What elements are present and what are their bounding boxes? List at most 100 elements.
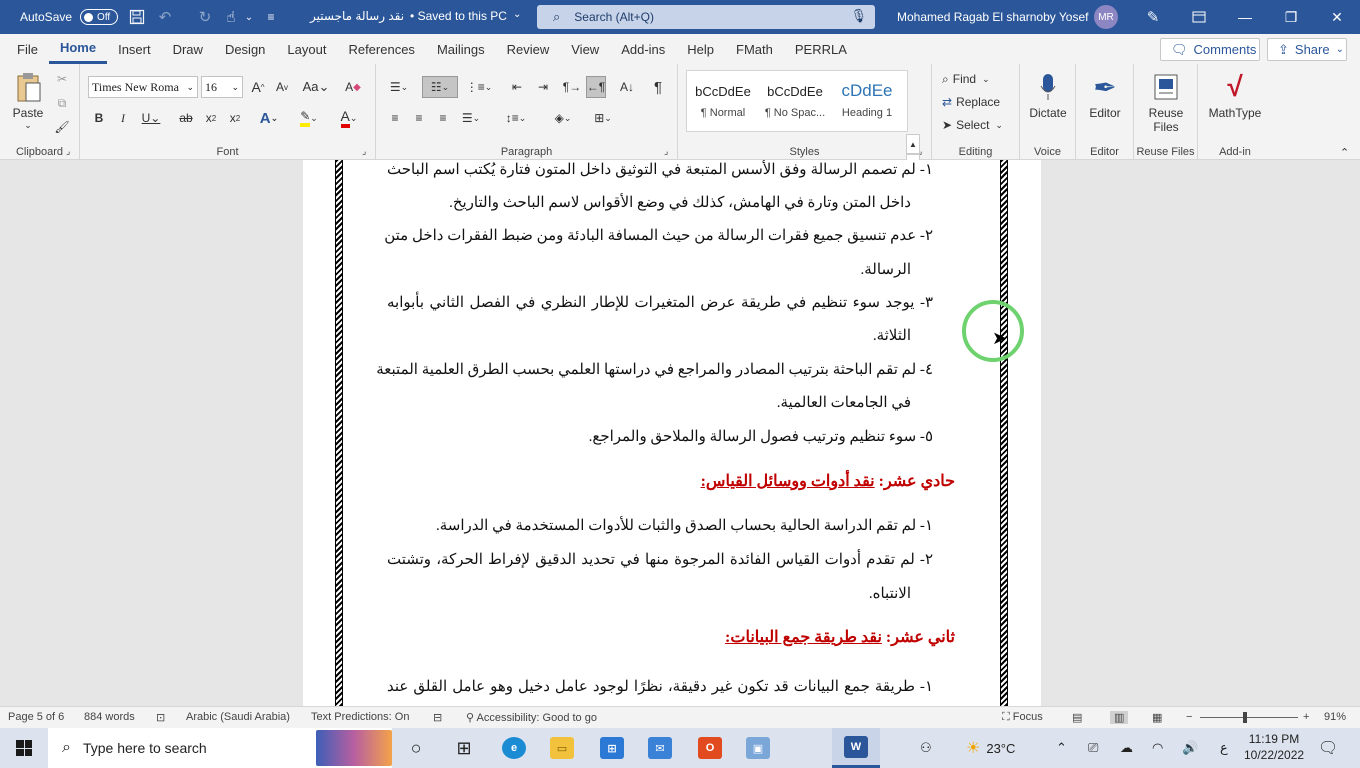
paragraph-line[interactable]: الثلاثة.	[873, 326, 911, 345]
document-page[interactable]: ١- لم تصمم الرسالة وفق الأسس المتبعة في …	[303, 160, 1041, 706]
microphone-icon[interactable]: 🎙	[850, 8, 867, 24]
close-icon[interactable]: ✕	[1314, 0, 1360, 34]
vertical-scrollbar[interactable]	[1348, 160, 1360, 706]
paragraph-line[interactable]: الانتباه.	[869, 584, 911, 603]
font-name-input[interactable]: Times New Roma ⌄	[88, 76, 198, 98]
style-normal[interactable]: bCcDdEe ¶ Normal	[687, 71, 759, 131]
paragraph-line[interactable]: في الجامعات العالمية.	[777, 393, 911, 412]
tab-design[interactable]: Design	[214, 34, 276, 64]
office-icon[interactable]: O	[686, 728, 734, 768]
rtl-icon[interactable]: ←¶	[586, 76, 606, 98]
tab-add-ins[interactable]: Add-ins	[610, 34, 676, 64]
tab-view[interactable]: View	[560, 34, 610, 64]
tab-home[interactable]: Home	[48, 34, 108, 64]
paragraph-line[interactable]: ٥- سوء تنظيم وترتيب فصول الرسالة والملاح…	[589, 427, 933, 446]
section-heading[interactable]: ثاني عشر: نقد طريقة جمع البيانات:	[725, 627, 955, 647]
dialog-launcher-icon[interactable]: ⌟	[362, 146, 366, 157]
accessibility-status[interactable]: ⚲ Accessibility: Good to go	[466, 711, 597, 724]
superscript-icon[interactable]: x2	[226, 108, 244, 128]
change-case-icon[interactable]: Aa⌄	[302, 78, 330, 96]
user-name[interactable]: Mohamed Ragab El sharnoby Yosef	[897, 10, 1088, 24]
customize-qat-icon[interactable]: ≡	[258, 4, 284, 30]
input-language[interactable]: ع	[1220, 728, 1228, 768]
undo-icon[interactable]: ↶	[152, 4, 178, 30]
volume-icon[interactable]: 🔊	[1182, 728, 1198, 768]
pen-icon[interactable]: ✎	[1140, 4, 1166, 30]
ltr-icon[interactable]: ¶→	[562, 76, 582, 98]
subscript-icon[interactable]: x2	[202, 108, 220, 128]
web-layout-icon[interactable]: ▦	[1152, 711, 1162, 724]
widgets-icon[interactable]: ⊞	[440, 728, 488, 768]
search-box[interactable]: ⌕ Search (Alt+Q) 🎙	[537, 5, 875, 29]
mail-icon[interactable]: ✉	[636, 728, 684, 768]
underline-icon[interactable]: U⌄	[138, 108, 164, 128]
reuse-files-button[interactable]: Reuse Files	[1140, 68, 1192, 134]
dictate-button[interactable]: Dictate	[1024, 68, 1072, 120]
highlight-icon[interactable]: ✎ ⌄	[292, 108, 326, 128]
show-hidden-icons-icon[interactable]: ⌃	[1056, 728, 1067, 768]
paragraph-line[interactable]: ٢- لم تقدم أدوات القياس الفائدة المرجوة …	[387, 550, 933, 569]
multilevel-list-icon[interactable]: ⋮≡ ⌄	[464, 76, 494, 98]
store-icon[interactable]: ⊞	[588, 728, 636, 768]
wifi-icon[interactable]: ◠	[1152, 728, 1163, 768]
text-effects-icon[interactable]: A ⌄	[254, 108, 284, 128]
tab-insert[interactable]: Insert	[107, 34, 162, 64]
laptop-app-icon[interactable]: ▣	[734, 728, 782, 768]
select-button[interactable]: ➤ Select ⌄	[942, 116, 1003, 134]
increase-indent-icon[interactable]: ⇥	[532, 76, 554, 98]
bullets-icon[interactable]: ☰ ⌄	[384, 76, 414, 98]
show-formatting-icon[interactable]: ¶	[648, 76, 668, 98]
tab-review[interactable]: Review	[496, 34, 561, 64]
italic-icon[interactable]: I	[114, 108, 132, 128]
redo-icon[interactable]: ↻	[192, 4, 218, 30]
share-button[interactable]: ⇪ Share ⌄	[1267, 38, 1347, 61]
restore-icon[interactable]: ❐	[1268, 0, 1314, 34]
paragraph-line[interactable]: ٣- يوجد سوء تنظيم في طريقة عرض المتغيرات…	[387, 293, 933, 312]
clock[interactable]: 11:19 PM 10/22/2022	[1244, 731, 1304, 763]
proofing-icon[interactable]: ⊡	[156, 711, 165, 724]
autosave-toggle[interactable]: Off	[80, 9, 119, 25]
document-title[interactable]: نقد رسالة ماجستير • Saved to this PC ⌄	[310, 9, 521, 23]
comments-button[interactable]: 🗨 Comments	[1160, 38, 1260, 61]
paragraph-line[interactable]: ١- لم تقم الدراسة الحالية بحساب الصدق وا…	[436, 516, 933, 535]
macro-icon[interactable]: ⊟	[433, 711, 442, 724]
grow-font-icon[interactable]: A ^	[248, 78, 268, 96]
dialog-launcher-icon[interactable]: ⌟	[66, 146, 70, 157]
onedrive-icon[interactable]: ☁	[1120, 728, 1133, 768]
zoom-level[interactable]: 91%	[1324, 711, 1346, 723]
language[interactable]: Arabic (Saudi Arabia)	[186, 711, 290, 723]
gallery-scroll-up-icon[interactable]: ▲	[906, 134, 920, 154]
focus-button[interactable]: ⛶ Focus	[1002, 711, 1043, 724]
weather-widget[interactable]: ☀ 23°C	[966, 728, 1015, 768]
numbering-icon[interactable]: ☷ ⌄	[422, 76, 458, 98]
paragraph-line[interactable]: ٤- لم تقم الباحثة بترتيب المصادر والمراج…	[376, 360, 933, 379]
font-size-input[interactable]: 16 ⌄	[201, 76, 243, 98]
file-explorer-icon[interactable]: ▭	[538, 728, 586, 768]
start-button[interactable]	[0, 728, 48, 768]
word-count[interactable]: 884 words	[84, 711, 135, 723]
people-icon[interactable]: ⚇	[920, 728, 932, 768]
zoom-in-icon[interactable]: +	[1303, 711, 1309, 723]
collapse-ribbon-icon[interactable]: ⌃	[1340, 146, 1349, 159]
shading-icon[interactable]: ◈ ⌄	[546, 108, 580, 128]
style-no-spacing[interactable]: bCcDdEe ¶ No Spac...	[759, 71, 831, 131]
print-layout-icon[interactable]: ▥	[1110, 711, 1129, 724]
zoom-slider-thumb[interactable]	[1243, 712, 1247, 723]
dialog-launcher-icon[interactable]: ⌟	[664, 146, 668, 157]
tab-fmath[interactable]: FMath	[725, 34, 784, 64]
paragraph-line[interactable]: ١- طريقة جمع البيانات قد تكون غير دقيقة،…	[387, 677, 933, 696]
minimize-icon[interactable]: —	[1222, 0, 1268, 34]
zoom-slider[interactable]	[1200, 717, 1298, 718]
tab-draw[interactable]: Draw	[162, 34, 214, 64]
tab-perrla[interactable]: PERRLA	[784, 34, 858, 64]
justify-icon[interactable]: ☰ ⌄	[456, 108, 486, 128]
style-heading-1[interactable]: cDdEe Heading 1	[831, 71, 903, 131]
line-spacing-icon[interactable]: ↕≡ ⌄	[500, 108, 532, 128]
text-predictions[interactable]: Text Predictions: On	[311, 711, 409, 723]
zoom-out-icon[interactable]: −	[1186, 711, 1192, 723]
font-color-icon[interactable]: A ⌄	[332, 108, 366, 128]
paragraph-line[interactable]: الرسالة.	[860, 260, 911, 279]
device-icon[interactable]: ⎚	[1088, 728, 1098, 768]
tab-references[interactable]: References	[337, 34, 425, 64]
tab-help[interactable]: Help	[676, 34, 725, 64]
